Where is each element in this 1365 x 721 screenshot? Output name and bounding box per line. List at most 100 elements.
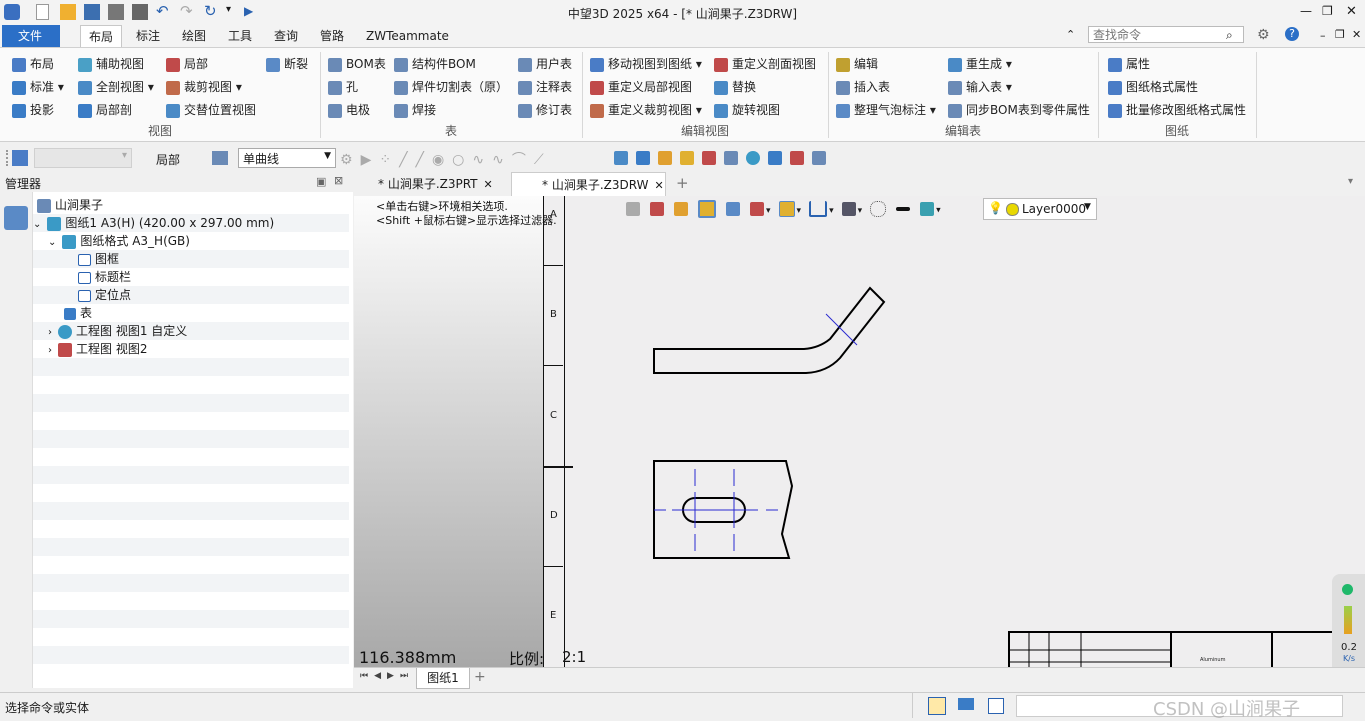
view-tool-2-icon[interactable] xyxy=(636,150,650,165)
weld-cut-table-button[interactable]: 焊件切割表（原） xyxy=(394,78,508,95)
tab-annotate[interactable]: 标注 xyxy=(136,25,160,47)
curve-select[interactable]: 单曲线 ▼ xyxy=(238,148,336,168)
sync-bom-button[interactable]: 同步BOM表到零件属性 xyxy=(948,101,1090,118)
doc-restore-icon[interactable]: ❐ xyxy=(1335,28,1345,41)
last-sheet-icon[interactable]: ⏭ xyxy=(400,671,414,681)
rotate-view-button[interactable]: 旋转视图 xyxy=(714,101,780,118)
properties-button[interactable]: 属性 xyxy=(1108,55,1150,72)
tab-query[interactable]: 查询 xyxy=(274,25,298,47)
tab-close-icon[interactable]: ✕ xyxy=(484,178,493,191)
doc-minimize-icon[interactable]: – xyxy=(1320,29,1326,42)
perf-monitor-widget[interactable]: 0.2 K/s xyxy=(1332,574,1365,667)
weld-table-button[interactable]: 焊接 xyxy=(394,101,436,118)
insert-table-button[interactable]: 插入表 xyxy=(836,78,890,95)
snap-points-icon[interactable]: ⁘ xyxy=(379,152,399,168)
view-tool-8-icon[interactable] xyxy=(768,150,782,165)
revision-table-button[interactable]: 修订表 xyxy=(518,101,572,118)
tab-piping[interactable]: 管路 xyxy=(320,25,344,47)
tab-drawing-doc[interactable]: * 山涧果子.Z3DRW ✕ xyxy=(511,172,666,197)
expand-chevron-icon[interactable]: › xyxy=(48,327,52,338)
tree-item-sheet[interactable]: ⌄ 图纸1 A3(H) (420.00 x 297.00 mm) xyxy=(33,214,349,232)
projection-button[interactable]: 投影 xyxy=(12,101,54,118)
tab-zwteammate[interactable]: ZWTeammate xyxy=(366,25,449,47)
snap-wave-icon[interactable]: ∿ xyxy=(472,152,492,168)
snap-spline-icon[interactable]: ∿ xyxy=(492,152,512,168)
structure-bom-button[interactable]: 结构件BOM xyxy=(394,55,476,72)
collapse-ribbon-icon[interactable]: ⌃ xyxy=(1066,28,1075,41)
snap-gear-icon[interactable]: ⚙ xyxy=(340,152,361,168)
replace-button[interactable]: 替换 xyxy=(714,78,756,95)
restore-icon[interactable]: ❐ xyxy=(1322,4,1338,20)
help-icon[interactable]: ? xyxy=(1285,27,1299,41)
redefine-crop-button[interactable]: 重定义裁剪视图 ▾ xyxy=(590,101,702,118)
local-section-button[interactable]: 局部剖 xyxy=(78,101,132,118)
pick-filter-icon[interactable] xyxy=(212,151,228,165)
sheet-tab-1[interactable]: 图纸1 xyxy=(416,668,470,689)
status-input-mode-icon[interactable] xyxy=(928,697,946,715)
import-table-button[interactable]: 输入表 ▾ xyxy=(948,78,1012,95)
drawing-manager-icon[interactable] xyxy=(4,206,28,230)
edit-button[interactable]: 编辑 xyxy=(836,55,878,72)
view-tool-9-icon[interactable] xyxy=(790,150,804,165)
tree-item-view2[interactable]: › 工程图 视图2 xyxy=(48,340,364,358)
move-view-button[interactable]: 移动视图到图纸 ▾ xyxy=(590,55,702,72)
new-tab-icon[interactable]: + xyxy=(676,174,689,192)
tab-layout[interactable]: 布局 xyxy=(80,25,122,49)
collapse-chevron-icon[interactable]: ⌄ xyxy=(33,219,41,230)
batch-format-button[interactable]: 批量修改图纸格式属性 xyxy=(1108,101,1246,118)
tree-item-table[interactable]: 表 xyxy=(64,304,380,322)
collapse-chevron-icon[interactable]: ⌄ xyxy=(48,237,56,248)
user-table-button[interactable]: 用户表 xyxy=(518,55,572,72)
next-sheet-icon[interactable]: ▶ xyxy=(387,671,400,681)
prev-sheet-icon[interactable]: ◀ xyxy=(374,671,387,681)
tree-item-frame[interactable]: 图框 xyxy=(78,250,394,268)
regenerate-button[interactable]: 重生成 ▾ xyxy=(948,55,1012,72)
balloon-button[interactable]: 整理气泡标注 ▾ xyxy=(836,101,936,118)
snap-line2-icon[interactable]: ╱ xyxy=(416,152,432,168)
manager-pin-icon[interactable]: ▣ xyxy=(316,175,326,188)
tab-list-icon[interactable]: ▾ xyxy=(1348,176,1353,187)
view-tool-10-icon[interactable] xyxy=(812,150,826,165)
view-tool-3-icon[interactable] xyxy=(658,150,672,165)
settings-gear-icon[interactable]: ⚙ xyxy=(1257,27,1270,43)
search-icon[interactable]: ⌕ xyxy=(1226,28,1233,43)
minimize-icon[interactable]: — xyxy=(1300,4,1316,20)
filter-select[interactable]: ▾ xyxy=(34,148,132,168)
sheet-format-props-button[interactable]: 图纸格式属性 xyxy=(1108,78,1198,95)
tab-tools[interactable]: 工具 xyxy=(228,25,252,47)
snap-tools-group[interactable]: ⚙▶⁘╱╱◉○∿∿⌒⟋ xyxy=(340,149,552,169)
standard-button[interactable]: 标准 ▾ xyxy=(12,78,64,95)
electrode-table-button[interactable]: 电极 xyxy=(328,101,370,118)
detail-button[interactable]: 局部 xyxy=(166,55,208,72)
layout-button[interactable]: 布局 xyxy=(12,55,54,72)
hole-table-button[interactable]: 孔 xyxy=(328,78,358,95)
aux-view-button[interactable]: 辅助视图 xyxy=(78,55,144,72)
snap-arc-icon[interactable]: ⌒ xyxy=(512,152,534,168)
doc-close-icon[interactable]: ✕ xyxy=(1352,28,1361,41)
expand-chevron-icon[interactable]: › xyxy=(48,345,52,356)
tab-part-doc[interactable]: * 山涧果子.Z3PRT ✕ xyxy=(378,172,510,196)
snap-circle-icon[interactable]: ○ xyxy=(452,152,472,168)
view-tool-1-icon[interactable] xyxy=(614,150,628,165)
crop-view-button[interactable]: 裁剪视图 ▾ xyxy=(166,78,242,95)
snap-tangent-icon[interactable]: ⟋ xyxy=(534,152,552,168)
tree-item-anchor[interactable]: 定位点 xyxy=(78,286,394,304)
tree-item-view1[interactable]: › 工程图 视图1 自定义 xyxy=(48,322,364,340)
status-display-icon[interactable] xyxy=(958,698,974,710)
command-search-input[interactable] xyxy=(1088,26,1244,43)
tab-close-icon[interactable]: ✕ xyxy=(654,179,663,192)
manager-close-icon[interactable]: ⊠ xyxy=(334,174,343,187)
tree-item-root[interactable]: 山涧果子 xyxy=(37,196,353,214)
view-tool-5-icon[interactable] xyxy=(702,150,716,165)
view-tool-7-icon[interactable] xyxy=(746,150,760,165)
redefine-section-button[interactable]: 重定义剖面视图 xyxy=(714,55,816,72)
alt-position-button[interactable]: 交替位置视图 xyxy=(166,101,256,118)
snap-center-icon[interactable]: ◉ xyxy=(432,152,452,168)
view-tool-4-icon[interactable] xyxy=(680,150,694,165)
note-table-button[interactable]: 注释表 xyxy=(518,78,572,95)
file-menu[interactable]: 文件(F) xyxy=(2,25,60,65)
snap-line-icon[interactable]: ╱ xyxy=(399,152,415,168)
tree-item-title-block[interactable]: 标题栏 xyxy=(78,268,394,286)
status-list-icon[interactable] xyxy=(988,698,1004,714)
drawing-canvas[interactable]: <单击右键>环境相关选项. <Shift +鼠标右键>显示选择过滤器. A B … xyxy=(354,196,1365,668)
